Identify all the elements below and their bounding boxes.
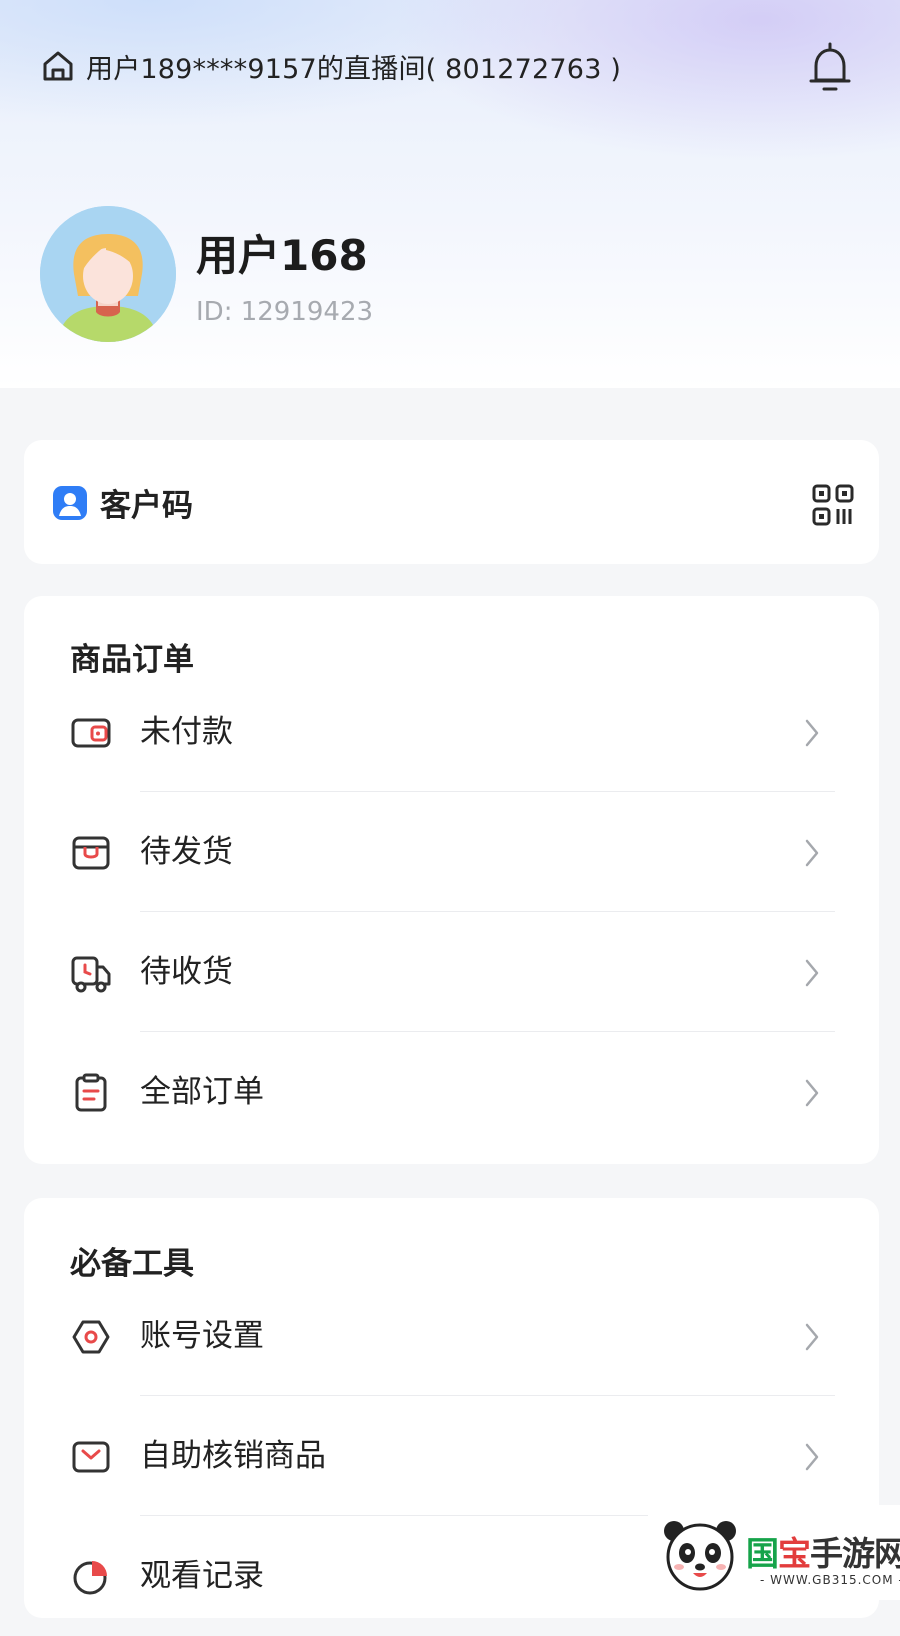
panda-logo-icon bbox=[664, 1521, 736, 1591]
tool-row-account-settings[interactable]: 账号设置 bbox=[24, 1276, 879, 1396]
orders-card: 商品订单 未付款 待发货 待收货 全部订单 bbox=[24, 596, 879, 1164]
order-row-to-receive[interactable]: 待收货 bbox=[24, 912, 879, 1032]
order-row-all[interactable]: 全部订单 bbox=[24, 1032, 879, 1152]
watermark-brand-part: 宝 bbox=[778, 1534, 811, 1573]
qr-code-icon[interactable] bbox=[812, 484, 854, 526]
envelope-icon bbox=[72, 1441, 110, 1473]
pie-clock-icon bbox=[73, 1561, 107, 1595]
watermark-brand-part: 国 bbox=[746, 1534, 779, 1573]
customer-code-entry[interactable]: 客户码 bbox=[52, 480, 193, 525]
customer-code-card[interactable]: 客户码 bbox=[24, 440, 879, 564]
user-id: ID: 12919423 bbox=[196, 297, 374, 327]
tool-row-label: 观看记录 bbox=[140, 1558, 264, 1594]
home-icon[interactable] bbox=[40, 48, 76, 84]
watermark-brand-part: 手游网 bbox=[810, 1534, 900, 1573]
chevron-right-icon bbox=[805, 839, 819, 867]
chevron-right-icon bbox=[805, 959, 819, 987]
tool-row-label: 自助核销商品 bbox=[140, 1438, 326, 1474]
order-row-label: 未付款 bbox=[140, 714, 233, 750]
truck-icon bbox=[71, 956, 111, 993]
live-room-title: 用户189****9157的直播间( 801272763 ) bbox=[86, 53, 622, 85]
order-row-to-ship[interactable]: 待发货 bbox=[24, 792, 879, 912]
user-badge-icon bbox=[53, 485, 87, 520]
hexagon-settings-icon bbox=[72, 1320, 110, 1354]
order-row-label: 全部订单 bbox=[140, 1074, 264, 1110]
order-row-label: 待收货 bbox=[140, 954, 233, 990]
user-name: 用户168 bbox=[196, 231, 368, 280]
avatar[interactable] bbox=[40, 206, 176, 342]
bell-icon[interactable] bbox=[805, 40, 855, 96]
chevron-right-icon bbox=[805, 1443, 819, 1471]
tool-row-label: 账号设置 bbox=[140, 1318, 264, 1354]
wallet-icon bbox=[71, 718, 111, 748]
tool-row-self-redeem[interactable]: 自助核销商品 bbox=[24, 1396, 879, 1516]
customer-code-label: 客户码 bbox=[100, 488, 193, 524]
avatar-illustration bbox=[40, 206, 176, 342]
live-room-bar[interactable]: 用户189****9157的直播间( 801272763 ) bbox=[40, 44, 621, 88]
watermark-logo: 国宝手游网 - WWW.GB315.COM - bbox=[648, 1505, 900, 1600]
order-row-unpaid[interactable]: 未付款 bbox=[24, 672, 879, 792]
clipboard-icon bbox=[75, 1073, 107, 1112]
order-row-label: 待发货 bbox=[140, 834, 233, 870]
watermark-brand: 国宝手游网 bbox=[746, 1527, 900, 1575]
box-icon bbox=[72, 836, 110, 870]
chevron-right-icon bbox=[805, 1079, 819, 1107]
watermark-site: - WWW.GB315.COM - bbox=[760, 1573, 900, 1587]
chevron-right-icon bbox=[805, 1323, 819, 1351]
chevron-right-icon bbox=[805, 719, 819, 747]
